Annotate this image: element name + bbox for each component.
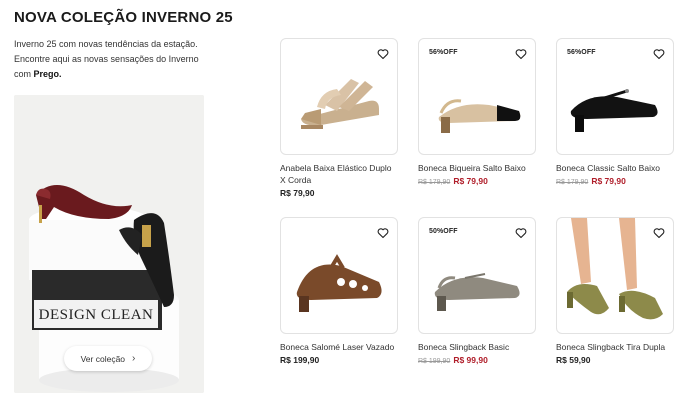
product-image[interactable]: 56%OFF xyxy=(556,38,674,155)
product-price: R$ 199,90 R$ 99,90 xyxy=(418,355,536,365)
product-card[interactable]: Boneca Slingback Tira Dupla R$ 59,90 xyxy=(556,217,674,365)
product-image[interactable] xyxy=(280,217,398,334)
product-name[interactable]: Boneca Slingback Tira Dupla xyxy=(556,341,674,353)
favorite-heart-icon[interactable] xyxy=(515,226,527,239)
favorite-heart-icon[interactable] xyxy=(515,47,527,60)
product-name[interactable]: Boneca Salomé Laser Vazado xyxy=(280,341,398,353)
product-price: R$ 199,90 xyxy=(280,355,320,365)
favorite-heart-icon[interactable] xyxy=(653,47,665,60)
discount-badge: 50%OFF xyxy=(429,228,458,235)
product-price: R$ 179,90 R$ 79,90 xyxy=(418,176,536,186)
sale-price: R$ 79,90 xyxy=(453,176,488,186)
section-description: Inverno 25 com novas tendências da estaç… xyxy=(14,37,214,82)
sale-price: R$ 79,90 xyxy=(591,176,626,186)
product-name[interactable]: Boneca Biqueira Salto Baixo xyxy=(418,162,536,174)
product-card[interactable]: 56%OFF Boneca Classic Salto Baixo R$ 179… xyxy=(556,38,674,186)
product-image[interactable]: 50%OFF xyxy=(418,217,536,334)
product-name[interactable]: Boneca Classic Salto Baixo xyxy=(556,162,674,174)
hero-box-text: DESIGN CLEAN xyxy=(39,307,154,323)
view-collection-button[interactable]: Ver coleção › xyxy=(64,346,152,371)
product-price: R$ 79,90 xyxy=(280,188,315,198)
product-name[interactable]: Anabela Baixa Elástico Duplo X Corda xyxy=(280,162,398,186)
favorite-heart-icon[interactable] xyxy=(377,47,389,60)
brand-name: Prego. xyxy=(33,69,62,79)
product-price: R$ 59,90 xyxy=(556,355,591,365)
hero-banner[interactable]: DESIGN CLEAN Ver coleção › xyxy=(14,95,204,393)
product-card[interactable]: 50%OFF Boneca Slingback Basic R$ 199,90 R… xyxy=(418,217,536,365)
product-image[interactable] xyxy=(556,217,674,334)
product-name[interactable]: Boneca Slingback Basic xyxy=(418,341,536,353)
favorite-heart-icon[interactable] xyxy=(653,226,665,239)
old-price: R$ 179,90 xyxy=(418,179,451,186)
favorite-heart-icon[interactable] xyxy=(377,226,389,239)
discount-badge: 56%OFF xyxy=(429,49,458,56)
product-price: R$ 179,90 R$ 79,90 xyxy=(556,176,674,186)
old-price: R$ 179,90 xyxy=(556,179,589,186)
product-card[interactable]: Boneca Salomé Laser Vazado R$ 199,90 xyxy=(280,217,398,365)
product-card[interactable]: 56%OFF Boneca Biqueira Salto Baixo R$ 17… xyxy=(418,38,536,186)
product-card[interactable]: Anabela Baixa Elástico Duplo X Corda R$ … xyxy=(280,38,398,198)
old-price: R$ 199,90 xyxy=(418,358,451,365)
chevron-right-icon: › xyxy=(132,353,136,364)
product-image[interactable]: 56%OFF xyxy=(418,38,536,155)
discount-badge: 56%OFF xyxy=(567,49,596,56)
view-collection-label: Ver coleção xyxy=(80,353,126,364)
section-title: NOVA COLEÇÃO INVERNO 25 xyxy=(14,9,233,26)
sale-price: R$ 99,90 xyxy=(453,355,488,365)
product-image[interactable] xyxy=(280,38,398,155)
